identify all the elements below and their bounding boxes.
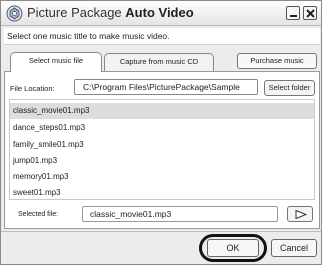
tab-select-music-file[interactable]: Select music file bbox=[10, 52, 102, 72]
selected-file-label: Selected file: bbox=[18, 211, 59, 218]
file-location-label: File Location: bbox=[10, 84, 55, 93]
cancel-button[interactable]: Cancel bbox=[271, 239, 317, 257]
window-title: Picture Package Auto Video bbox=[27, 5, 194, 20]
footer-divider bbox=[1, 231, 321, 232]
close-button[interactable] bbox=[303, 6, 317, 20]
file-location-field[interactable]: C:\Program Files\PicturePackage\Sample bbox=[74, 79, 258, 95]
list-item[interactable]: dance_steps01.mp3 bbox=[10, 120, 314, 136]
music-file-list[interactable]: classic_movie01.mp3 dance_steps01.mp3 fa… bbox=[9, 99, 315, 200]
instruction-text: Select one music title to make music vid… bbox=[4, 28, 320, 45]
window-title-prefix: Picture Package bbox=[27, 5, 122, 20]
list-item[interactable]: family_smile01.mp3 bbox=[10, 137, 314, 153]
list-item[interactable]: sweet01.mp3 bbox=[10, 185, 314, 201]
app-icon bbox=[6, 5, 23, 22]
list-item[interactable]: memory01.mp3 bbox=[10, 169, 314, 185]
title-bar[interactable]: Picture Package Auto Video bbox=[1, 1, 321, 26]
ok-highlight-ring bbox=[199, 234, 267, 262]
window-title-bold: Auto Video bbox=[125, 5, 194, 20]
purchase-music-button[interactable]: Purchase music bbox=[237, 53, 317, 69]
play-button[interactable] bbox=[287, 206, 313, 222]
tab-capture-from-music-cd[interactable]: Capture from music CD bbox=[104, 53, 214, 71]
play-icon bbox=[295, 210, 307, 219]
minimize-icon bbox=[290, 15, 297, 17]
minimize-button[interactable] bbox=[286, 6, 300, 20]
auto-video-window: Picture Package Auto Video Select one mu… bbox=[0, 0, 322, 265]
select-folder-button[interactable]: Select folder bbox=[264, 80, 315, 96]
selected-file-field: classic_movie01.mp3 bbox=[82, 206, 278, 222]
list-item[interactable]: classic_movie01.mp3 bbox=[10, 103, 314, 119]
close-icon bbox=[306, 9, 315, 18]
list-item[interactable]: jump01.mp3 bbox=[10, 153, 314, 169]
